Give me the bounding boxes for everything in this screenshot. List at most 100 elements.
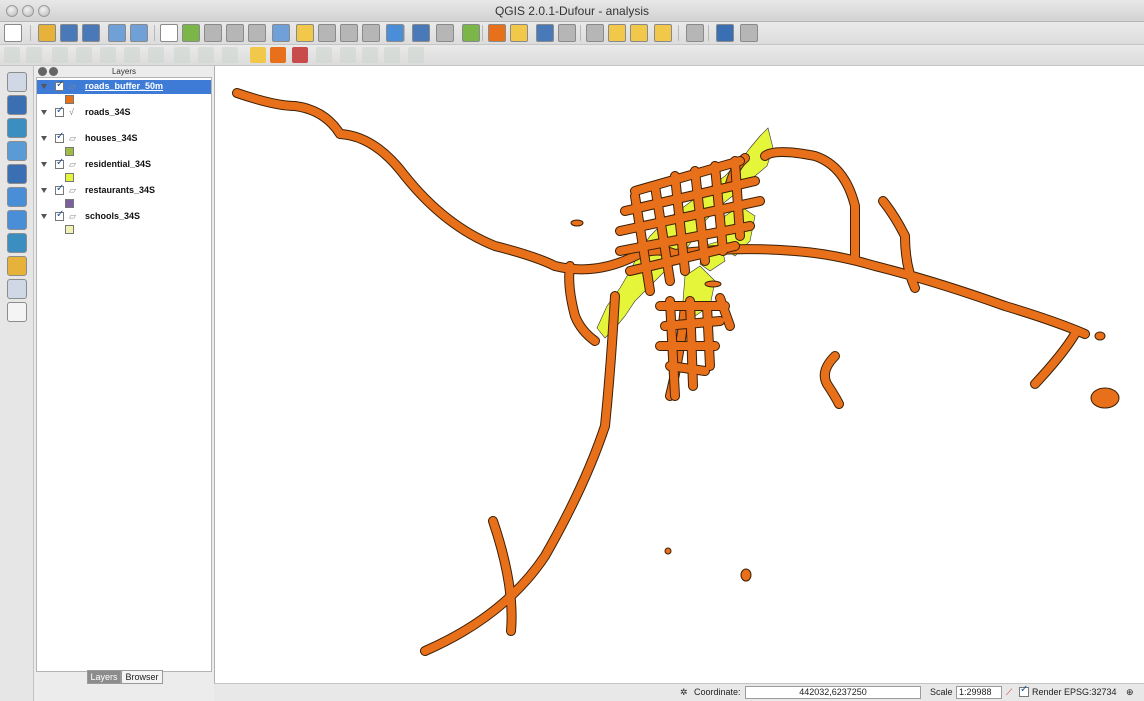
layer-row-restaurants_34S[interactable]: ▱ restaurants_34S bbox=[37, 183, 211, 198]
expand-arrow-icon[interactable] bbox=[41, 84, 47, 89]
add-vector-layer-icon[interactable] bbox=[7, 72, 27, 92]
pan-icon[interactable] bbox=[160, 24, 178, 42]
toolbar-separator bbox=[404, 25, 405, 41]
pan-to-selection-icon[interactable] bbox=[182, 24, 200, 42]
zoom-to-layer-icon[interactable] bbox=[318, 24, 336, 42]
zoom-native-icon[interactable] bbox=[248, 24, 266, 42]
zoom-next-icon[interactable] bbox=[362, 24, 380, 42]
layer-visibility-checkbox[interactable] bbox=[55, 209, 64, 221]
refresh-icon[interactable] bbox=[386, 24, 404, 42]
zoom-to-selection-icon[interactable] bbox=[296, 24, 314, 42]
expand-arrow-icon[interactable] bbox=[41, 162, 47, 167]
layer-row-roads_buffer_50m[interactable]: ▱ roads_buffer_50m bbox=[37, 79, 211, 94]
show-bookmarks-icon[interactable] bbox=[654, 24, 672, 42]
remove-layer-icon[interactable] bbox=[7, 302, 27, 322]
stop-render-icon[interactable]: ⟋ bbox=[1006, 687, 1012, 698]
whats-this-icon[interactable] bbox=[740, 24, 758, 42]
move-feature-icon[interactable] bbox=[100, 47, 116, 63]
layer-row-roads_34S[interactable]: √ roads_34S bbox=[37, 105, 211, 120]
expand-arrow-icon[interactable] bbox=[41, 110, 47, 115]
render-label: Render bbox=[1032, 687, 1062, 697]
layer-row-houses_34S[interactable]: ▱ houses_34S bbox=[37, 131, 211, 146]
label-toolbar-icon[interactable] bbox=[250, 47, 266, 63]
current-edits-icon[interactable] bbox=[4, 47, 20, 63]
panel-float-icon[interactable] bbox=[49, 67, 58, 76]
layer-visibility-checkbox[interactable] bbox=[55, 183, 64, 195]
cut-features-icon[interactable] bbox=[174, 47, 190, 63]
crs-status[interactable]: EPSG:32734 bbox=[1064, 687, 1117, 697]
rotate-label-icon[interactable] bbox=[362, 47, 378, 63]
identify-icon[interactable] bbox=[412, 24, 430, 42]
layers-tree[interactable]: ▱ roads_buffer_50m √ roads_34S ▱ houses_34S ▱ r… bbox=[36, 77, 212, 672]
print-composer-icon[interactable] bbox=[108, 24, 126, 42]
tab-browser[interactable]: Browser bbox=[121, 670, 163, 684]
zoom-last-icon[interactable] bbox=[340, 24, 358, 42]
open-project-icon[interactable] bbox=[38, 24, 56, 42]
zoom-in-icon[interactable] bbox=[204, 24, 222, 42]
expand-arrow-icon[interactable] bbox=[41, 136, 47, 141]
add-postgis-layer-icon[interactable] bbox=[7, 118, 27, 138]
tab-layers[interactable]: Layers bbox=[87, 670, 121, 684]
add-delimited-text-icon[interactable] bbox=[7, 256, 27, 276]
add-wfs-layer-icon[interactable] bbox=[7, 233, 27, 253]
text-annotation-icon[interactable] bbox=[686, 24, 704, 42]
layer-visibility-checkbox[interactable] bbox=[55, 131, 64, 143]
label-more-icon[interactable] bbox=[408, 47, 424, 63]
save-as-icon[interactable] bbox=[82, 24, 100, 42]
coordinate-label: Coordinate: bbox=[694, 687, 741, 697]
zoom-out-icon[interactable] bbox=[226, 24, 244, 42]
map-canvas[interactable] bbox=[214, 66, 1144, 683]
add-feature-icon[interactable] bbox=[76, 47, 92, 63]
expand-arrow-icon[interactable] bbox=[41, 188, 47, 193]
zoom-full-icon[interactable] bbox=[272, 24, 290, 42]
save-project-icon[interactable] bbox=[60, 24, 78, 42]
layer-labeling-icon[interactable] bbox=[270, 47, 286, 63]
layer-visibility-checkbox[interactable] bbox=[55, 105, 64, 117]
delete-selected-icon[interactable] bbox=[148, 47, 164, 63]
measure-line-icon[interactable] bbox=[586, 24, 604, 42]
new-bookmark-icon[interactable] bbox=[630, 24, 648, 42]
layer-symbol-swatch[interactable] bbox=[65, 147, 74, 156]
add-spatialite-layer-icon[interactable] bbox=[7, 141, 27, 161]
panel-close-icon[interactable] bbox=[38, 67, 47, 76]
measure-icon[interactable] bbox=[436, 24, 454, 42]
change-label-icon[interactable] bbox=[384, 47, 400, 63]
deselect-icon[interactable] bbox=[488, 24, 506, 42]
field-calculator-icon[interactable] bbox=[510, 24, 528, 42]
annotation-icon[interactable] bbox=[608, 24, 626, 42]
add-wms-layer-icon[interactable] bbox=[7, 187, 27, 207]
help-icon[interactable] bbox=[716, 24, 734, 42]
layer-symbol-swatch[interactable] bbox=[65, 199, 74, 208]
statistics-icon[interactable] bbox=[558, 24, 576, 42]
new-project-icon[interactable] bbox=[4, 24, 22, 42]
add-raster-layer-icon[interactable] bbox=[7, 95, 27, 115]
show-hide-labels-icon[interactable] bbox=[316, 47, 332, 63]
composer-manager-icon[interactable] bbox=[130, 24, 148, 42]
pin-labels-icon[interactable] bbox=[292, 47, 308, 63]
render-checkbox[interactable] bbox=[1019, 684, 1029, 697]
expand-arrow-icon[interactable] bbox=[41, 214, 47, 219]
layer-symbol-swatch[interactable] bbox=[65, 173, 74, 182]
coordinate-toggle-icon[interactable]: ✲ bbox=[680, 687, 688, 698]
title-bar: QGIS 2.0.1-Dufour - analysis bbox=[0, 0, 1144, 22]
save-edits-icon[interactable] bbox=[52, 47, 68, 63]
node-tool-icon[interactable] bbox=[124, 47, 140, 63]
layer-symbol-swatch[interactable] bbox=[65, 95, 74, 104]
move-label-icon[interactable] bbox=[340, 47, 356, 63]
toggle-editing-icon[interactable] bbox=[26, 47, 42, 63]
layer-row-schools_34S[interactable]: ▱ schools_34S bbox=[37, 209, 211, 224]
coordinate-field[interactable]: 442032,6237250 bbox=[745, 686, 921, 699]
copy-features-icon[interactable] bbox=[198, 47, 214, 63]
layer-symbol-swatch[interactable] bbox=[65, 225, 74, 234]
paste-features-icon[interactable] bbox=[222, 47, 238, 63]
attribute-table-icon[interactable] bbox=[536, 24, 554, 42]
crs-globe-icon[interactable]: ⊕ bbox=[1126, 687, 1134, 698]
add-mssql-layer-icon[interactable] bbox=[7, 164, 27, 184]
layer-visibility-checkbox[interactable] bbox=[55, 79, 64, 91]
layer-row-residential_34S[interactable]: ▱ residential_34S bbox=[37, 157, 211, 172]
add-wcs-layer-icon[interactable] bbox=[7, 210, 27, 230]
layer-visibility-checkbox[interactable] bbox=[55, 157, 64, 169]
new-shapefile-icon[interactable] bbox=[7, 279, 27, 299]
scale-combobox[interactable]: 1:29988 bbox=[956, 686, 1002, 699]
select-icon[interactable] bbox=[462, 24, 480, 42]
